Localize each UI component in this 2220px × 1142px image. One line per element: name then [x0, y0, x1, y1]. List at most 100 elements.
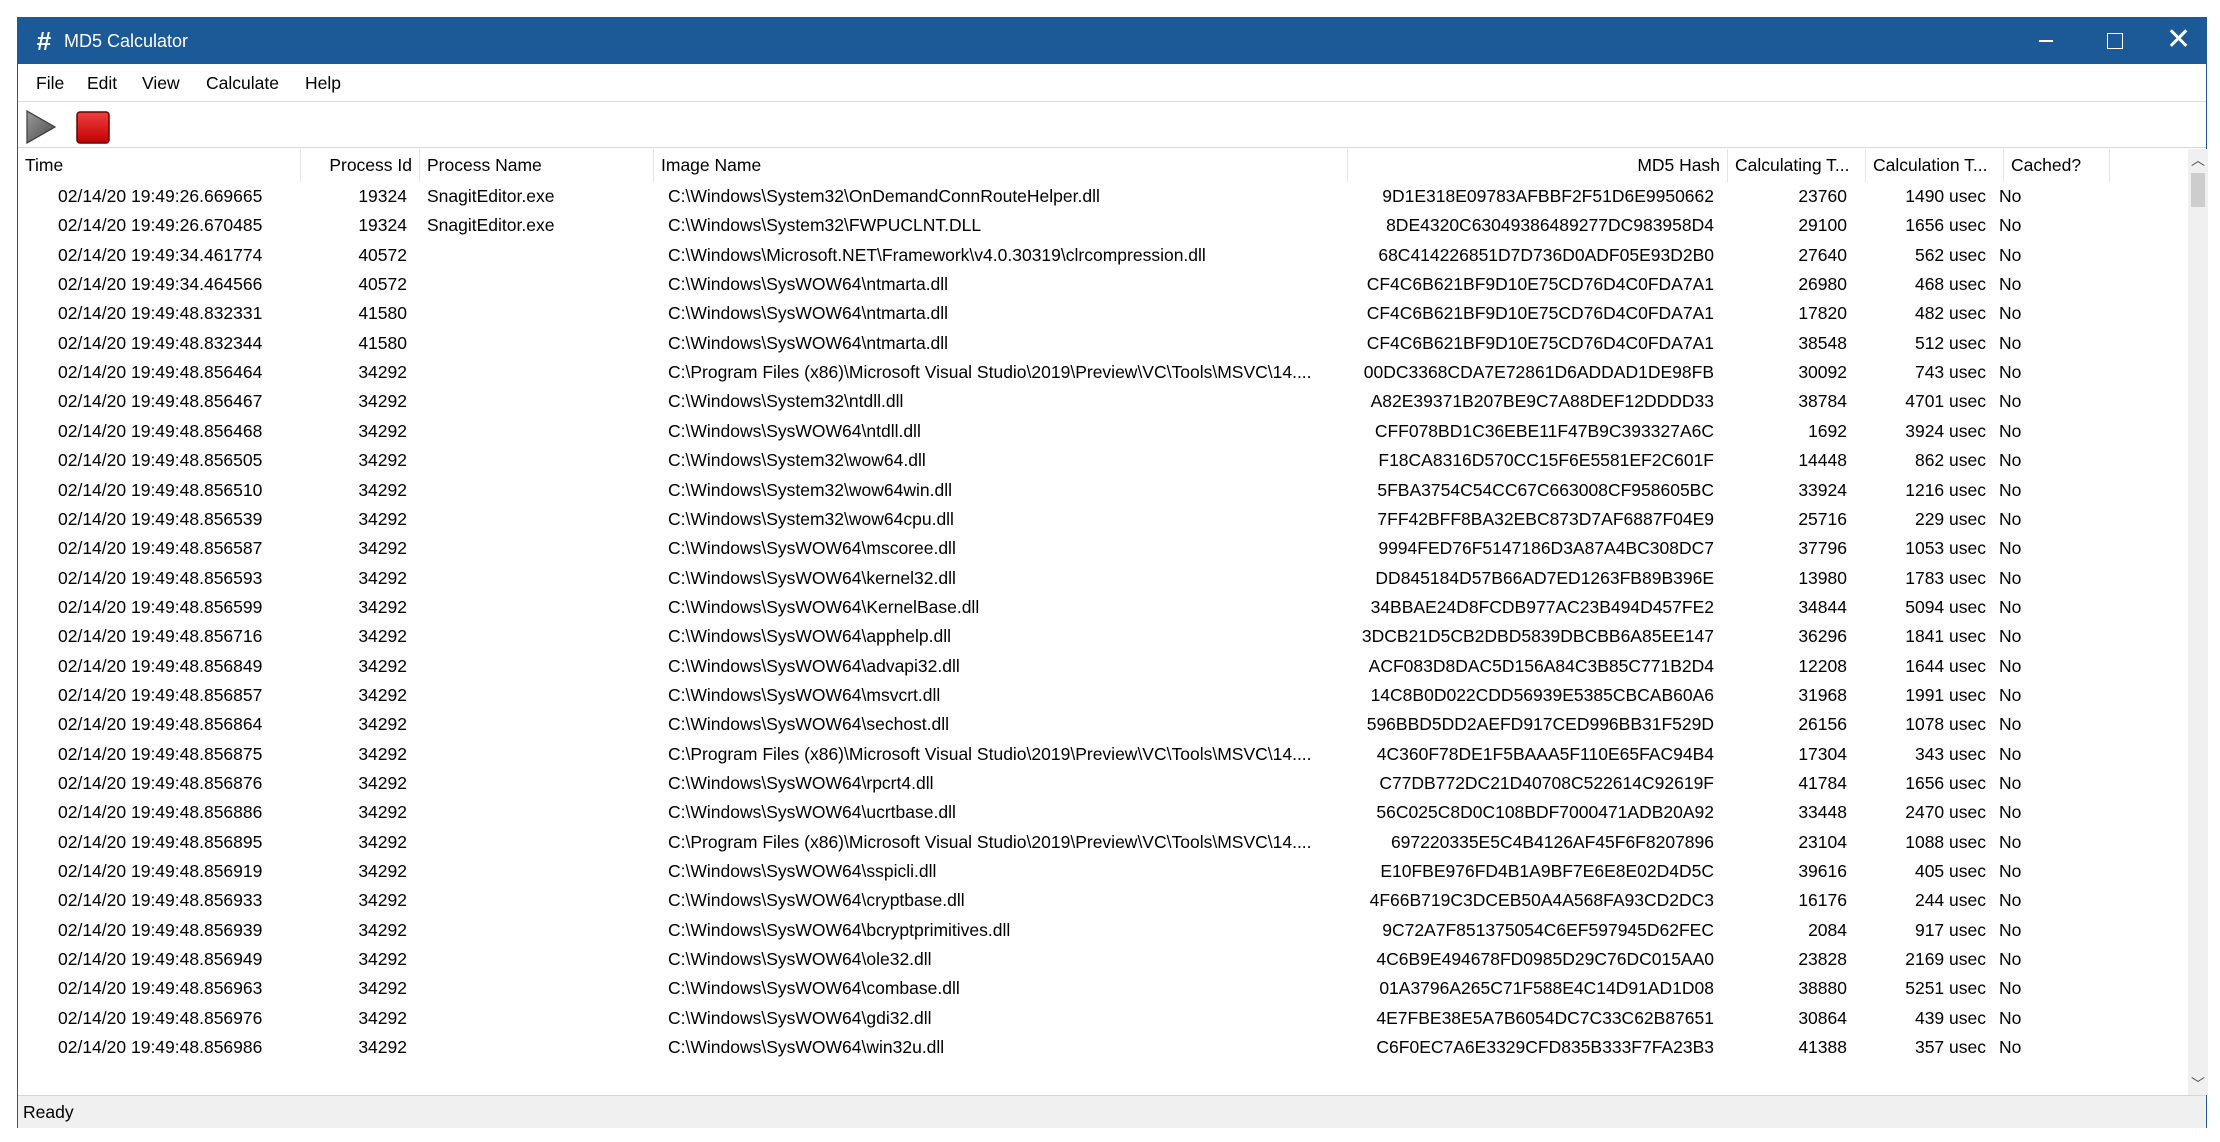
- vertical-scrollbar[interactable]: ︿ ﹀: [2188, 149, 2208, 1095]
- cell-calculation-time: 1783 usec: [1905, 567, 1986, 588]
- cell-md5-hash: ACF083D8DAC5D156A84C3B85C771B2D4: [1368, 655, 1714, 676]
- scroll-up-arrow-icon[interactable]: ︿: [2188, 149, 2208, 171]
- cell-image-name: C:\Program Files (x86)\Microsoft Visual …: [668, 831, 1312, 852]
- cell-calculating-time: 33448: [1798, 802, 1847, 823]
- cell-image-name: C:\Windows\SysWOW64\win32u.dll: [668, 1037, 945, 1058]
- cell-process-id: 19324: [358, 186, 407, 206]
- table-row[interactable]: 02/14/20 19:49:48.832331 41580 C:\Windows\…: [18, 299, 2188, 328]
- title-bar[interactable]: # MD5 Calculator ✕: [18, 18, 2206, 64]
- table-row[interactable]: 02/14/20 19:49:48.856933 34292 C:\Windows\…: [18, 886, 2188, 915]
- table-row[interactable]: 02/14/20 19:49:34.464566 40572 C:\Windows\…: [18, 270, 2188, 299]
- cell-md5-hash: C6F0EC7A6E3329CFD835B333F7FA23B3: [1376, 1037, 1714, 1058]
- table-row[interactable]: 02/14/20 19:49:48.856963 34292 C:\Windows\…: [18, 974, 2188, 1003]
- cell-cached: No: [1999, 978, 2022, 999]
- start-button[interactable]: [25, 109, 57, 145]
- column-header-cached[interactable]: Cached?: [2004, 149, 2110, 182]
- table-row[interactable]: 02/14/20 19:49:48.832344 41580 C:\Windows\…: [18, 329, 2188, 358]
- table-row[interactable]: 02/14/20 19:49:26.670485 19324 SnagitEdito…: [18, 211, 2188, 240]
- cell-md5-hash: 9D1E318E09783AFBBF2F51D6E9950662: [1382, 186, 1714, 206]
- table-row[interactable]: 02/14/20 19:49:34.461774 40572 C:\Windows\…: [18, 241, 2188, 270]
- table-row[interactable]: 02/14/20 19:49:48.856468 34292 C:\Windows\…: [18, 417, 2188, 446]
- scroll-down-arrow-icon[interactable]: ﹀: [2188, 1073, 2208, 1095]
- cell-md5-hash: E10FBE976FD4B1A9BF7E6E8E02D4D5C: [1380, 861, 1714, 882]
- table-row[interactable]: 02/14/20 19:49:48.856939 34292 C:\Windows\…: [18, 916, 2188, 945]
- cell-md5-hash: 7FF42BFF8BA32EBC873D7AF6887F04E9: [1377, 508, 1714, 529]
- cell-calculation-time: 405 usec: [1914, 861, 1986, 882]
- minimize-button[interactable]: [2012, 18, 2080, 64]
- column-header-time[interactable]: Time: [18, 149, 301, 182]
- cell-process-name: [420, 417, 646, 446]
- table-row[interactable]: 02/14/20 19:49:48.856593 34292 C:\Windows\…: [18, 564, 2188, 593]
- cell-calculation-time: 1841 usec: [1905, 626, 1986, 647]
- stop-icon: [76, 111, 110, 144]
- cell-process-id: 34292: [358, 391, 407, 412]
- table-row[interactable]: 02/14/20 19:49:48.856864 34292 C:\Windows\…: [18, 710, 2188, 739]
- cell-process-name: [420, 299, 646, 328]
- stop-button[interactable]: [76, 111, 110, 144]
- menu-help[interactable]: Help: [305, 64, 341, 102]
- cell-md5-hash: 9994FED76F5147186D3A87A4BC308DC7: [1378, 538, 1714, 559]
- table-row[interactable]: 02/14/20 19:49:26.669665 19324 SnagitEdito…: [18, 182, 2188, 211]
- column-header-image-name[interactable]: Image Name: [654, 149, 1348, 182]
- cell-image-name: C:\Windows\SysWOW64\ntmarta.dll: [668, 274, 949, 295]
- menu-file[interactable]: File: [36, 64, 64, 102]
- results-list[interactable]: Time Process Id Process Name Image Name …: [18, 149, 2188, 1095]
- menu-bar: File Edit View Calculate Help: [18, 64, 2206, 102]
- table-row[interactable]: 02/14/20 19:49:48.856976 34292 C:\Windows\…: [18, 1004, 2188, 1033]
- cell-cached: No: [1999, 1007, 2022, 1028]
- maximize-button[interactable]: [2080, 18, 2148, 64]
- table-row[interactable]: 02/14/20 19:49:48.856467 34292 C:\Windows\…: [18, 387, 2188, 416]
- cell-time: 02/14/20 19:49:48.856976: [58, 1007, 263, 1028]
- cell-process-name: [420, 886, 646, 915]
- cell-process-id: 34292: [358, 1037, 407, 1058]
- cell-calculation-time: 5094 usec: [1905, 596, 1986, 617]
- cell-calculating-time: 2084: [1808, 919, 1847, 940]
- column-header-process-name[interactable]: Process Name: [420, 149, 654, 182]
- cell-time: 02/14/20 19:49:48.856539: [58, 508, 263, 529]
- cell-cached: No: [1999, 714, 2022, 735]
- table-row[interactable]: 02/14/20 19:49:48.856949 34292 C:\Windows\…: [18, 945, 2188, 974]
- table-row[interactable]: 02/14/20 19:49:48.856464 34292 C:\Program …: [18, 358, 2188, 387]
- cell-calculating-time: 17820: [1798, 303, 1847, 324]
- cell-calculating-time: 41784: [1798, 773, 1847, 793]
- table-row[interactable]: 02/14/20 19:49:48.856986 34292 C:\Windows\…: [18, 1033, 2188, 1062]
- cell-process-id: 41580: [358, 303, 407, 324]
- column-header-calculation-time[interactable]: Calculation T...: [1866, 149, 2004, 182]
- cell-image-name: C:\Windows\SysWOW64\ntmarta.dll: [668, 303, 949, 324]
- table-row[interactable]: 02/14/20 19:49:48.856919 34292 C:\Windows\…: [18, 857, 2188, 886]
- column-header-md5-hash[interactable]: MD5 Hash: [1348, 149, 1728, 182]
- table-row[interactable]: 02/14/20 19:49:48.856886 34292 C:\Windows\…: [18, 798, 2188, 827]
- table-row[interactable]: 02/14/20 19:49:48.856875 34292 C:\Program …: [18, 740, 2188, 769]
- cell-calculating-time: 30864: [1798, 1007, 1847, 1028]
- column-header-process-id[interactable]: Process Id: [301, 149, 420, 182]
- table-row[interactable]: 02/14/20 19:49:48.856539 34292 C:\Windows\…: [18, 505, 2188, 534]
- table-row[interactable]: 02/14/20 19:49:48.856857 34292 C:\Windows\…: [18, 681, 2188, 710]
- menu-view[interactable]: View: [142, 64, 180, 102]
- table-row[interactable]: 02/14/20 19:49:48.856895 34292 C:\Program …: [18, 828, 2188, 857]
- menu-calculate[interactable]: Calculate: [206, 64, 279, 102]
- cell-image-name: C:\Windows\SysWOW64\advapi32.dll: [668, 655, 960, 676]
- close-button[interactable]: ✕: [2148, 18, 2208, 64]
- table-row[interactable]: 02/14/20 19:49:48.856876 34292 C:\Windows\…: [18, 769, 2188, 798]
- cell-process-name: [420, 857, 646, 886]
- scroll-thumb[interactable]: [2191, 173, 2205, 207]
- cell-time: 02/14/20 19:49:48.856949: [58, 949, 263, 970]
- table-row[interactable]: 02/14/20 19:49:48.856587 34292 C:\Windows\…: [18, 534, 2188, 563]
- table-row[interactable]: 02/14/20 19:49:48.856599 34292 C:\Windows\…: [18, 593, 2188, 622]
- menu-edit[interactable]: Edit: [87, 64, 117, 102]
- cell-calculation-time: 1053 usec: [1905, 538, 1986, 559]
- close-icon: ✕: [2166, 23, 2192, 56]
- cell-process-id: 40572: [358, 274, 407, 295]
- table-row[interactable]: 02/14/20 19:49:48.856510 34292 C:\Windows\…: [18, 476, 2188, 505]
- table-row[interactable]: 02/14/20 19:49:48.856849 34292 C:\Windows\…: [18, 652, 2188, 681]
- cell-time: 02/14/20 19:49:48.856505: [58, 450, 263, 471]
- cell-cached: No: [1999, 684, 2022, 705]
- cell-image-name: C:\Windows\SysWOW64\mscoree.dll: [668, 538, 956, 559]
- cell-calculation-time: 357 usec: [1914, 1037, 1986, 1058]
- column-header-calculating-time[interactable]: Calculating T...: [1728, 149, 1866, 182]
- table-row[interactable]: 02/14/20 19:49:48.856716 34292 C:\Windows\…: [18, 622, 2188, 651]
- cell-image-name: C:\Windows\SysWOW64\KernelBase.dll: [668, 596, 980, 617]
- cell-process-name: [420, 270, 646, 299]
- table-row[interactable]: 02/14/20 19:49:48.856505 34292 C:\Windows\…: [18, 446, 2188, 475]
- cell-md5-hash: 14C8B0D022CDD56939E5385CBCAB60A6: [1370, 684, 1714, 705]
